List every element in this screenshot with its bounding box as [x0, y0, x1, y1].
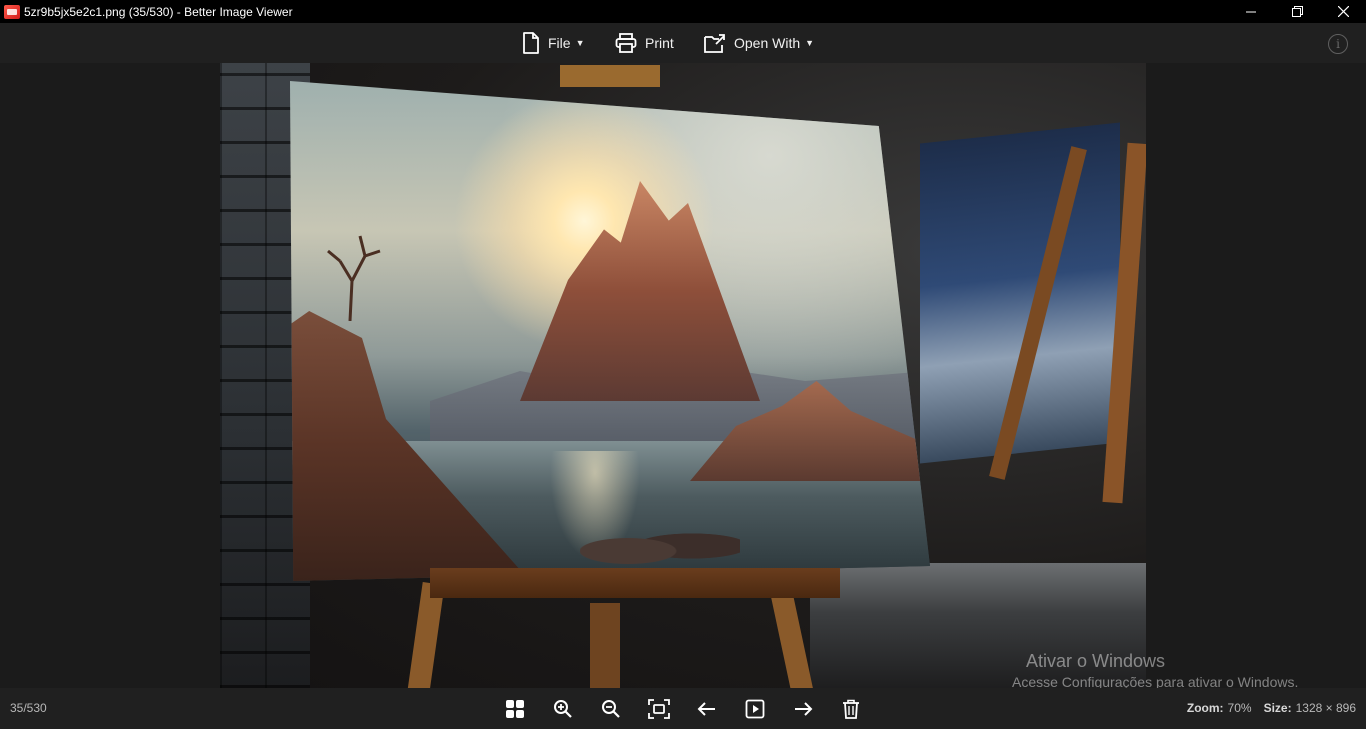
printer-icon: [615, 33, 637, 53]
window-title: 5zr9b5jx5e2c1.png (35/530) - Better Imag…: [24, 4, 293, 19]
chevron-down-icon: ▼: [575, 38, 585, 48]
open-with-label: Open With: [734, 35, 801, 51]
fit-to-screen-button[interactable]: [645, 696, 673, 722]
gallery-grid-icon: [506, 700, 524, 718]
minimize-button[interactable]: [1228, 0, 1274, 23]
file-icon: [523, 32, 539, 54]
image-canvas[interactable]: [0, 63, 1366, 688]
fit-screen-icon: [648, 699, 670, 719]
image-easel-ledge: [430, 568, 840, 598]
zoom-in-icon: [554, 700, 572, 718]
close-button[interactable]: [1320, 0, 1366, 23]
close-icon: [1337, 6, 1349, 17]
image-status: Zoom: 70% Size: 1328 × 896: [1187, 701, 1356, 715]
zoom-out-button[interactable]: [597, 696, 625, 722]
open-with-folder-icon: [704, 34, 725, 53]
window-controls: [1228, 0, 1366, 23]
image-canvas-painting: [290, 81, 930, 581]
bottom-toolbar: 35/530 Zoom: 70% Size: 1328 × 896: [0, 688, 1366, 729]
displayed-image: [220, 63, 1146, 688]
size-value: 1328 × 896: [1295, 701, 1356, 715]
painting-dead-tree: [327, 235, 381, 321]
next-image-button[interactable]: [789, 696, 817, 722]
top-toolbar: File ▼ Print Open With ▼ i: [0, 23, 1366, 63]
painting-mountain: [520, 181, 760, 401]
open-with-menu-button[interactable]: Open With ▼: [704, 23, 814, 63]
print-label: Print: [645, 35, 674, 51]
info-icon: i: [1336, 37, 1340, 51]
zoom-in-button[interactable]: [549, 696, 577, 722]
size-label: Size:: [1263, 701, 1292, 715]
delete-button[interactable]: [837, 696, 865, 722]
slideshow-play-icon: [745, 699, 765, 719]
file-menu-button[interactable]: File ▼: [522, 23, 584, 63]
next-arrow-icon: [795, 702, 813, 716]
title-bar: 5zr9b5jx5e2c1.png (35/530) - Better Imag…: [0, 0, 1366, 23]
painting-rocks: [580, 521, 740, 571]
image-easel-leg: [590, 603, 620, 688]
zoom-out-icon: [602, 700, 620, 718]
previous-image-button[interactable]: [693, 696, 721, 722]
zoom-value: 70%: [1227, 701, 1252, 715]
image-counter: 35/530: [10, 701, 47, 715]
restore-button[interactable]: [1274, 0, 1320, 23]
previous-arrow-icon: [697, 702, 715, 716]
print-button[interactable]: Print: [615, 23, 674, 63]
minimize-icon: [1246, 11, 1256, 12]
image-paint-table: [810, 563, 1146, 688]
zoom-label: Zoom:: [1186, 701, 1224, 715]
restore-icon: [1291, 6, 1303, 17]
app-icon: [4, 4, 20, 19]
file-menu-label: File: [548, 35, 571, 51]
chevron-down-icon: ▼: [805, 38, 815, 48]
slideshow-button[interactable]: [741, 696, 769, 722]
gallery-button[interactable]: [501, 696, 529, 722]
delete-trash-icon: [843, 699, 859, 719]
info-button[interactable]: i: [1328, 34, 1348, 54]
image-easel-top: [560, 65, 660, 87]
